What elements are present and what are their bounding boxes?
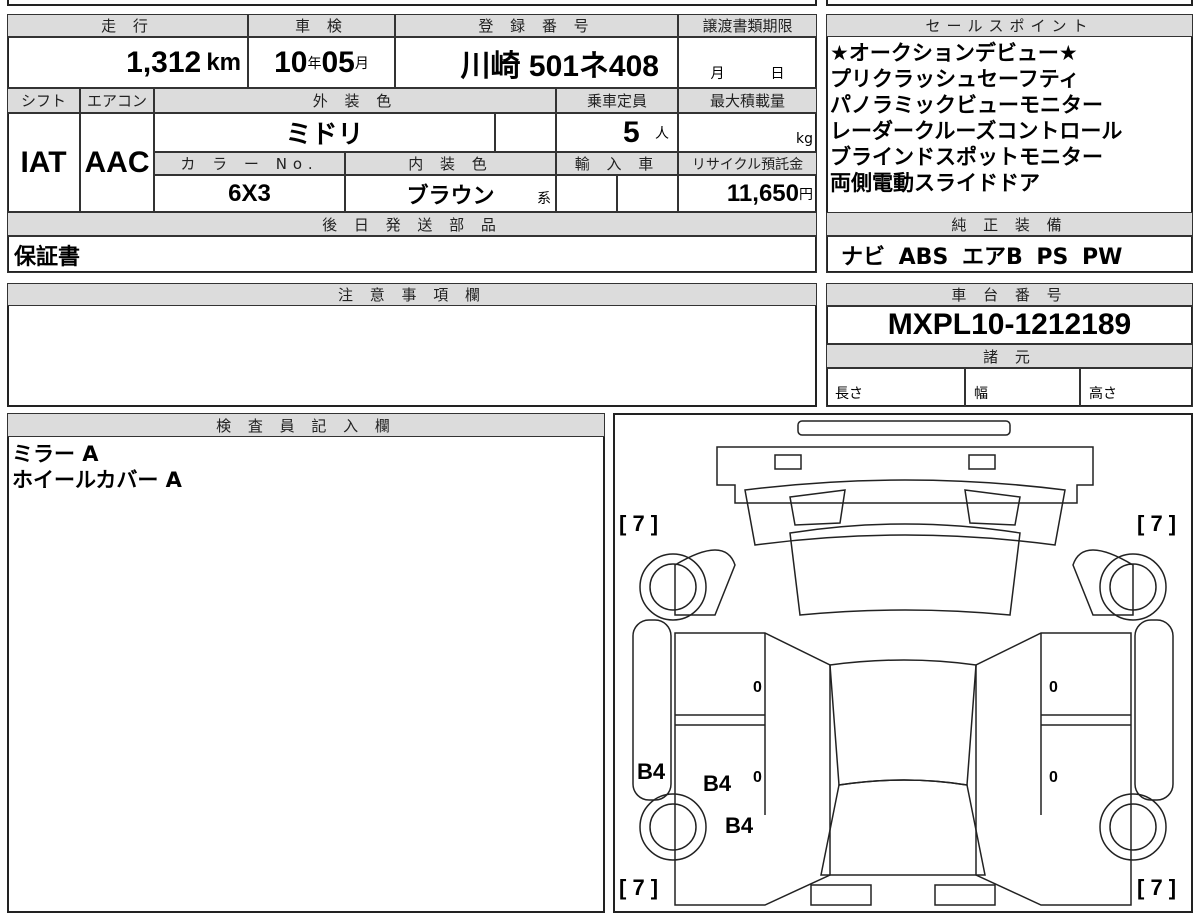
- tire-tread-rear-left: [ 7 ]: [619, 875, 659, 900]
- sales-point: プリクラッシュセーフティ: [830, 67, 1080, 91]
- top-strip-box: [826, 0, 1193, 6]
- sales-points-header: セールスポイント: [826, 14, 1193, 37]
- max-load-unit: kg: [678, 113, 817, 152]
- year-unit: 年: [307, 55, 322, 72]
- transfer-cell: 月日: [678, 37, 817, 88]
- recycle-header: リサイクル預託金: [678, 152, 817, 175]
- int-color-suffix: 系: [537, 191, 551, 207]
- notes-header: 注 意 事 項 欄: [7, 283, 817, 306]
- sales-point: レーダークルーズコントロール: [830, 119, 1123, 143]
- damage-mark: B4: [725, 813, 754, 838]
- recycle-cell: 11,650 円: [678, 175, 817, 212]
- damage-mark: B4: [637, 759, 666, 784]
- panel-value: 0: [1049, 679, 1058, 696]
- ext-color-extra: [495, 113, 556, 152]
- panel-value: 0: [753, 769, 762, 786]
- sales-point: ブラインドスポットモニター: [830, 145, 1103, 169]
- sales-point: 両側電動スライドドア: [830, 171, 1040, 195]
- plate-header: 登 録 番 号: [395, 14, 678, 37]
- capacity-header: 乗車定員: [556, 88, 678, 113]
- tire-tread-rear-right: [ 7 ]: [1137, 875, 1177, 900]
- ac-header: エアコン: [80, 88, 154, 113]
- ext-color-value: ミドリ: [154, 113, 495, 152]
- capacity-cell: 5 人: [556, 113, 678, 152]
- capacity-unit: 人: [655, 125, 669, 142]
- sales-point: パノラミックビューモニター: [830, 93, 1103, 117]
- spec-width: 幅: [965, 368, 1080, 407]
- equipment-header: 純 正 装 備: [826, 212, 1193, 236]
- color-no-value: 6X3: [154, 175, 345, 212]
- car-outline-icon: [632, 420, 1174, 906]
- shift-header: シフト: [7, 88, 80, 113]
- spec-length: 長さ: [826, 368, 965, 407]
- mileage-unit: km: [206, 48, 241, 76]
- inspector-line: ホイールカバー A: [12, 468, 182, 492]
- tire-tread-front-left: [ 7 ]: [619, 511, 659, 536]
- month-unit: 月: [354, 55, 369, 72]
- int-color-cell: ブラウン 系: [345, 175, 556, 212]
- shift-value: IAT: [7, 113, 80, 212]
- capacity-value: 5: [623, 115, 640, 149]
- import-cell: [617, 175, 678, 212]
- inspector-header: 検 査 員 記 入 欄: [7, 413, 605, 437]
- inspection-year: 10: [274, 45, 308, 79]
- transfer-header: 譲渡書類期限: [678, 14, 817, 37]
- mileage-value: 1,312: [126, 45, 202, 79]
- ext-color-header: 外 装 色: [154, 88, 556, 113]
- import-cell: [556, 175, 617, 212]
- chassis-number: MXPL10-1212189: [826, 306, 1193, 344]
- later-parts-value: 保証書: [7, 236, 817, 273]
- equipment-value: ナビ ABS エアB PS PW: [826, 236, 1193, 273]
- sales-points-list: ★オークションデビュー★ プリクラッシュセーフティ パノラミックビューモニター …: [828, 40, 1191, 196]
- inspector-line: ミラー A: [12, 442, 99, 466]
- tire-tread-front-right: [ 7 ]: [1137, 511, 1177, 536]
- panel-value: 0: [1049, 769, 1058, 786]
- recycle-value: 11,650: [726, 179, 799, 207]
- plate-value: 川崎 501ネ408: [395, 37, 678, 88]
- sales-point: ★オークションデビュー★: [830, 41, 1078, 65]
- transfer-day: 日: [770, 66, 785, 82]
- panel-value: 0: [753, 679, 762, 696]
- mileage-cell: 1,312 km: [7, 37, 248, 88]
- chassis-header: 車 台 番 号: [826, 283, 1193, 306]
- transfer-month: 月: [710, 66, 725, 82]
- mileage-header: 走 行: [7, 14, 248, 37]
- import-header: 輸 入 車: [556, 152, 678, 175]
- int-color-header: 内 装 色: [345, 152, 556, 175]
- color-no-header: カ ラ ー No.: [154, 152, 345, 175]
- inspection-month: 05: [321, 45, 355, 79]
- inspection-cell: 10 年 05 月: [248, 37, 395, 88]
- top-strip-box: [7, 0, 817, 6]
- later-parts-header: 後 日 発 送 部 品: [7, 212, 817, 236]
- inspector-notes: ミラー A ホイールカバー A: [12, 441, 182, 493]
- damage-mark: B4: [703, 771, 732, 796]
- spec-header: 諸 元: [826, 344, 1193, 368]
- inspection-header: 車 検: [248, 14, 395, 37]
- recycle-unit: 円: [799, 186, 813, 203]
- damage-diagram: [ 7 ] [ 7 ] [ 7 ] [ 7 ] B4 B4 B4 0 0 0 0: [613, 413, 1193, 913]
- max-load-header: 最大積載量: [678, 88, 817, 113]
- ac-value: AAC: [80, 113, 154, 212]
- spec-height: 高さ: [1080, 368, 1193, 407]
- int-color-value: ブラウン: [406, 182, 495, 208]
